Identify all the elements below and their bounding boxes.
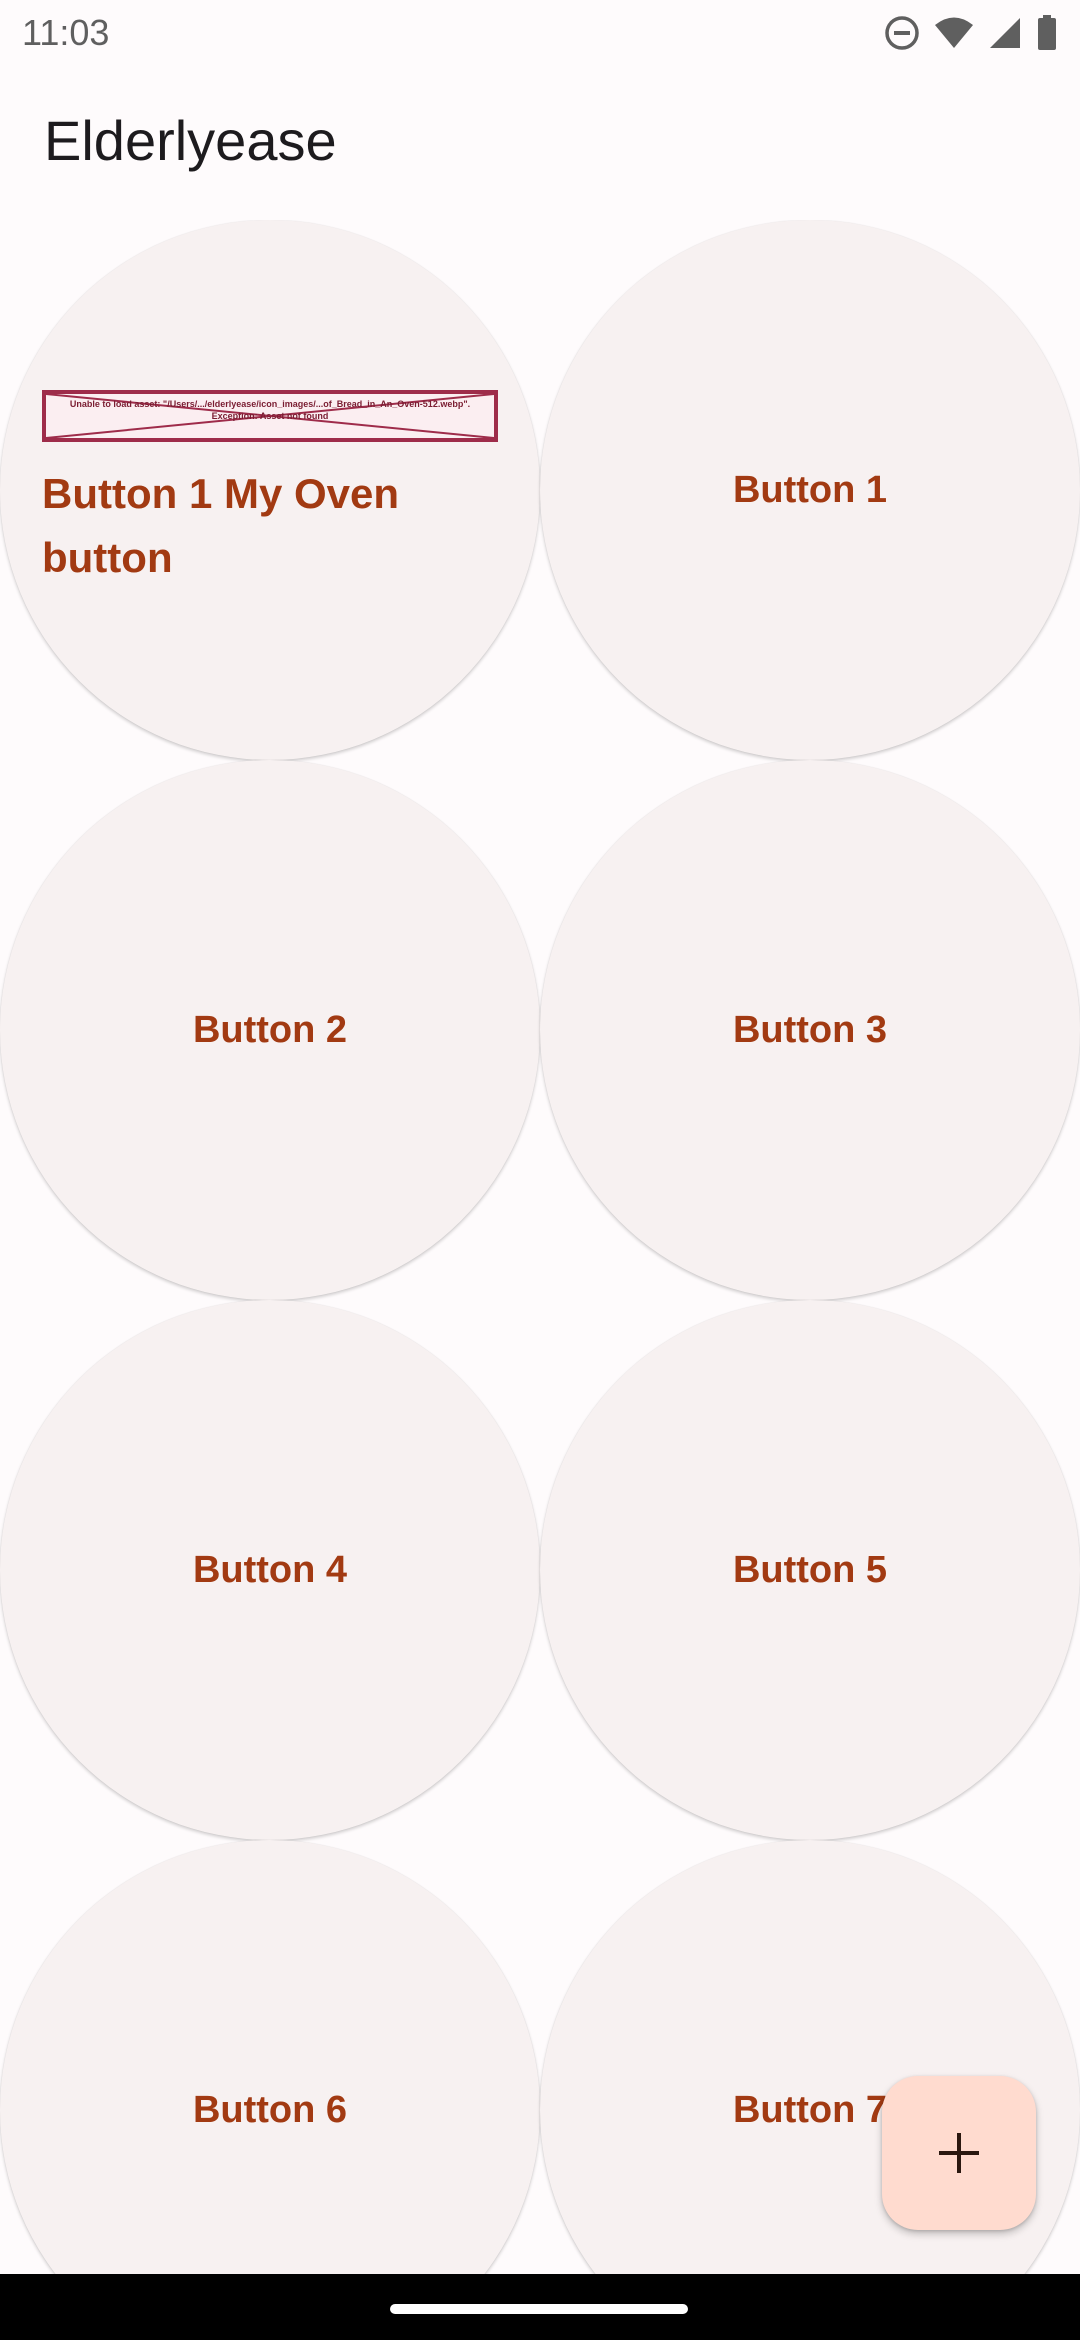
wifi-icon [934,16,974,50]
status-icons [884,15,1058,51]
button-label: Button 7 [732,2088,888,2131]
button-label: Button 1 [732,468,888,511]
status-bar: 11:03 [0,0,1080,66]
button-label: Button 4 [192,1548,348,1591]
button-2[interactable]: Button 2 [0,760,540,1300]
button-grid: Unable to load asset: "/Users/.../elderl… [0,220,1080,2274]
home-gesture-handle[interactable] [390,2304,688,2314]
cell-signal-icon [988,16,1022,50]
screen: 11:03 Elderlyease Unable to load asset: … [0,0,1080,2340]
navigation-bar [0,2274,1080,2340]
button-4[interactable]: Button 4 [0,1300,540,1840]
oven-button[interactable]: Unable to load asset: "/Users/.../elderl… [0,220,540,760]
button-6[interactable]: Button 6 [0,1840,540,2274]
battery-icon [1036,15,1058,51]
app-bar: Elderlyease [44,105,337,175]
image-error-text: Unable to load asset: "/Users/.../elderl… [69,399,471,421]
do-not-disturb-icon [884,15,920,51]
button-label: Button 6 [192,2088,348,2131]
button-3[interactable]: Button 3 [540,760,1080,1300]
plus-icon [939,2133,979,2173]
status-time: 11:03 [22,12,110,53]
button-label: Button 3 [732,1008,888,1051]
app-title: Elderlyease [44,108,337,172]
add-button[interactable] [882,2076,1036,2230]
broken-image-placeholder: Unable to load asset: "/Users/.../elderl… [42,390,498,442]
button-5[interactable]: Button 5 [540,1300,1080,1840]
button-1[interactable]: Button 1 [540,220,1080,760]
button-label: Button 1 My Oven button [42,470,400,581]
button-label: Button 5 [732,1548,888,1591]
button-label: Button 2 [192,1008,348,1051]
